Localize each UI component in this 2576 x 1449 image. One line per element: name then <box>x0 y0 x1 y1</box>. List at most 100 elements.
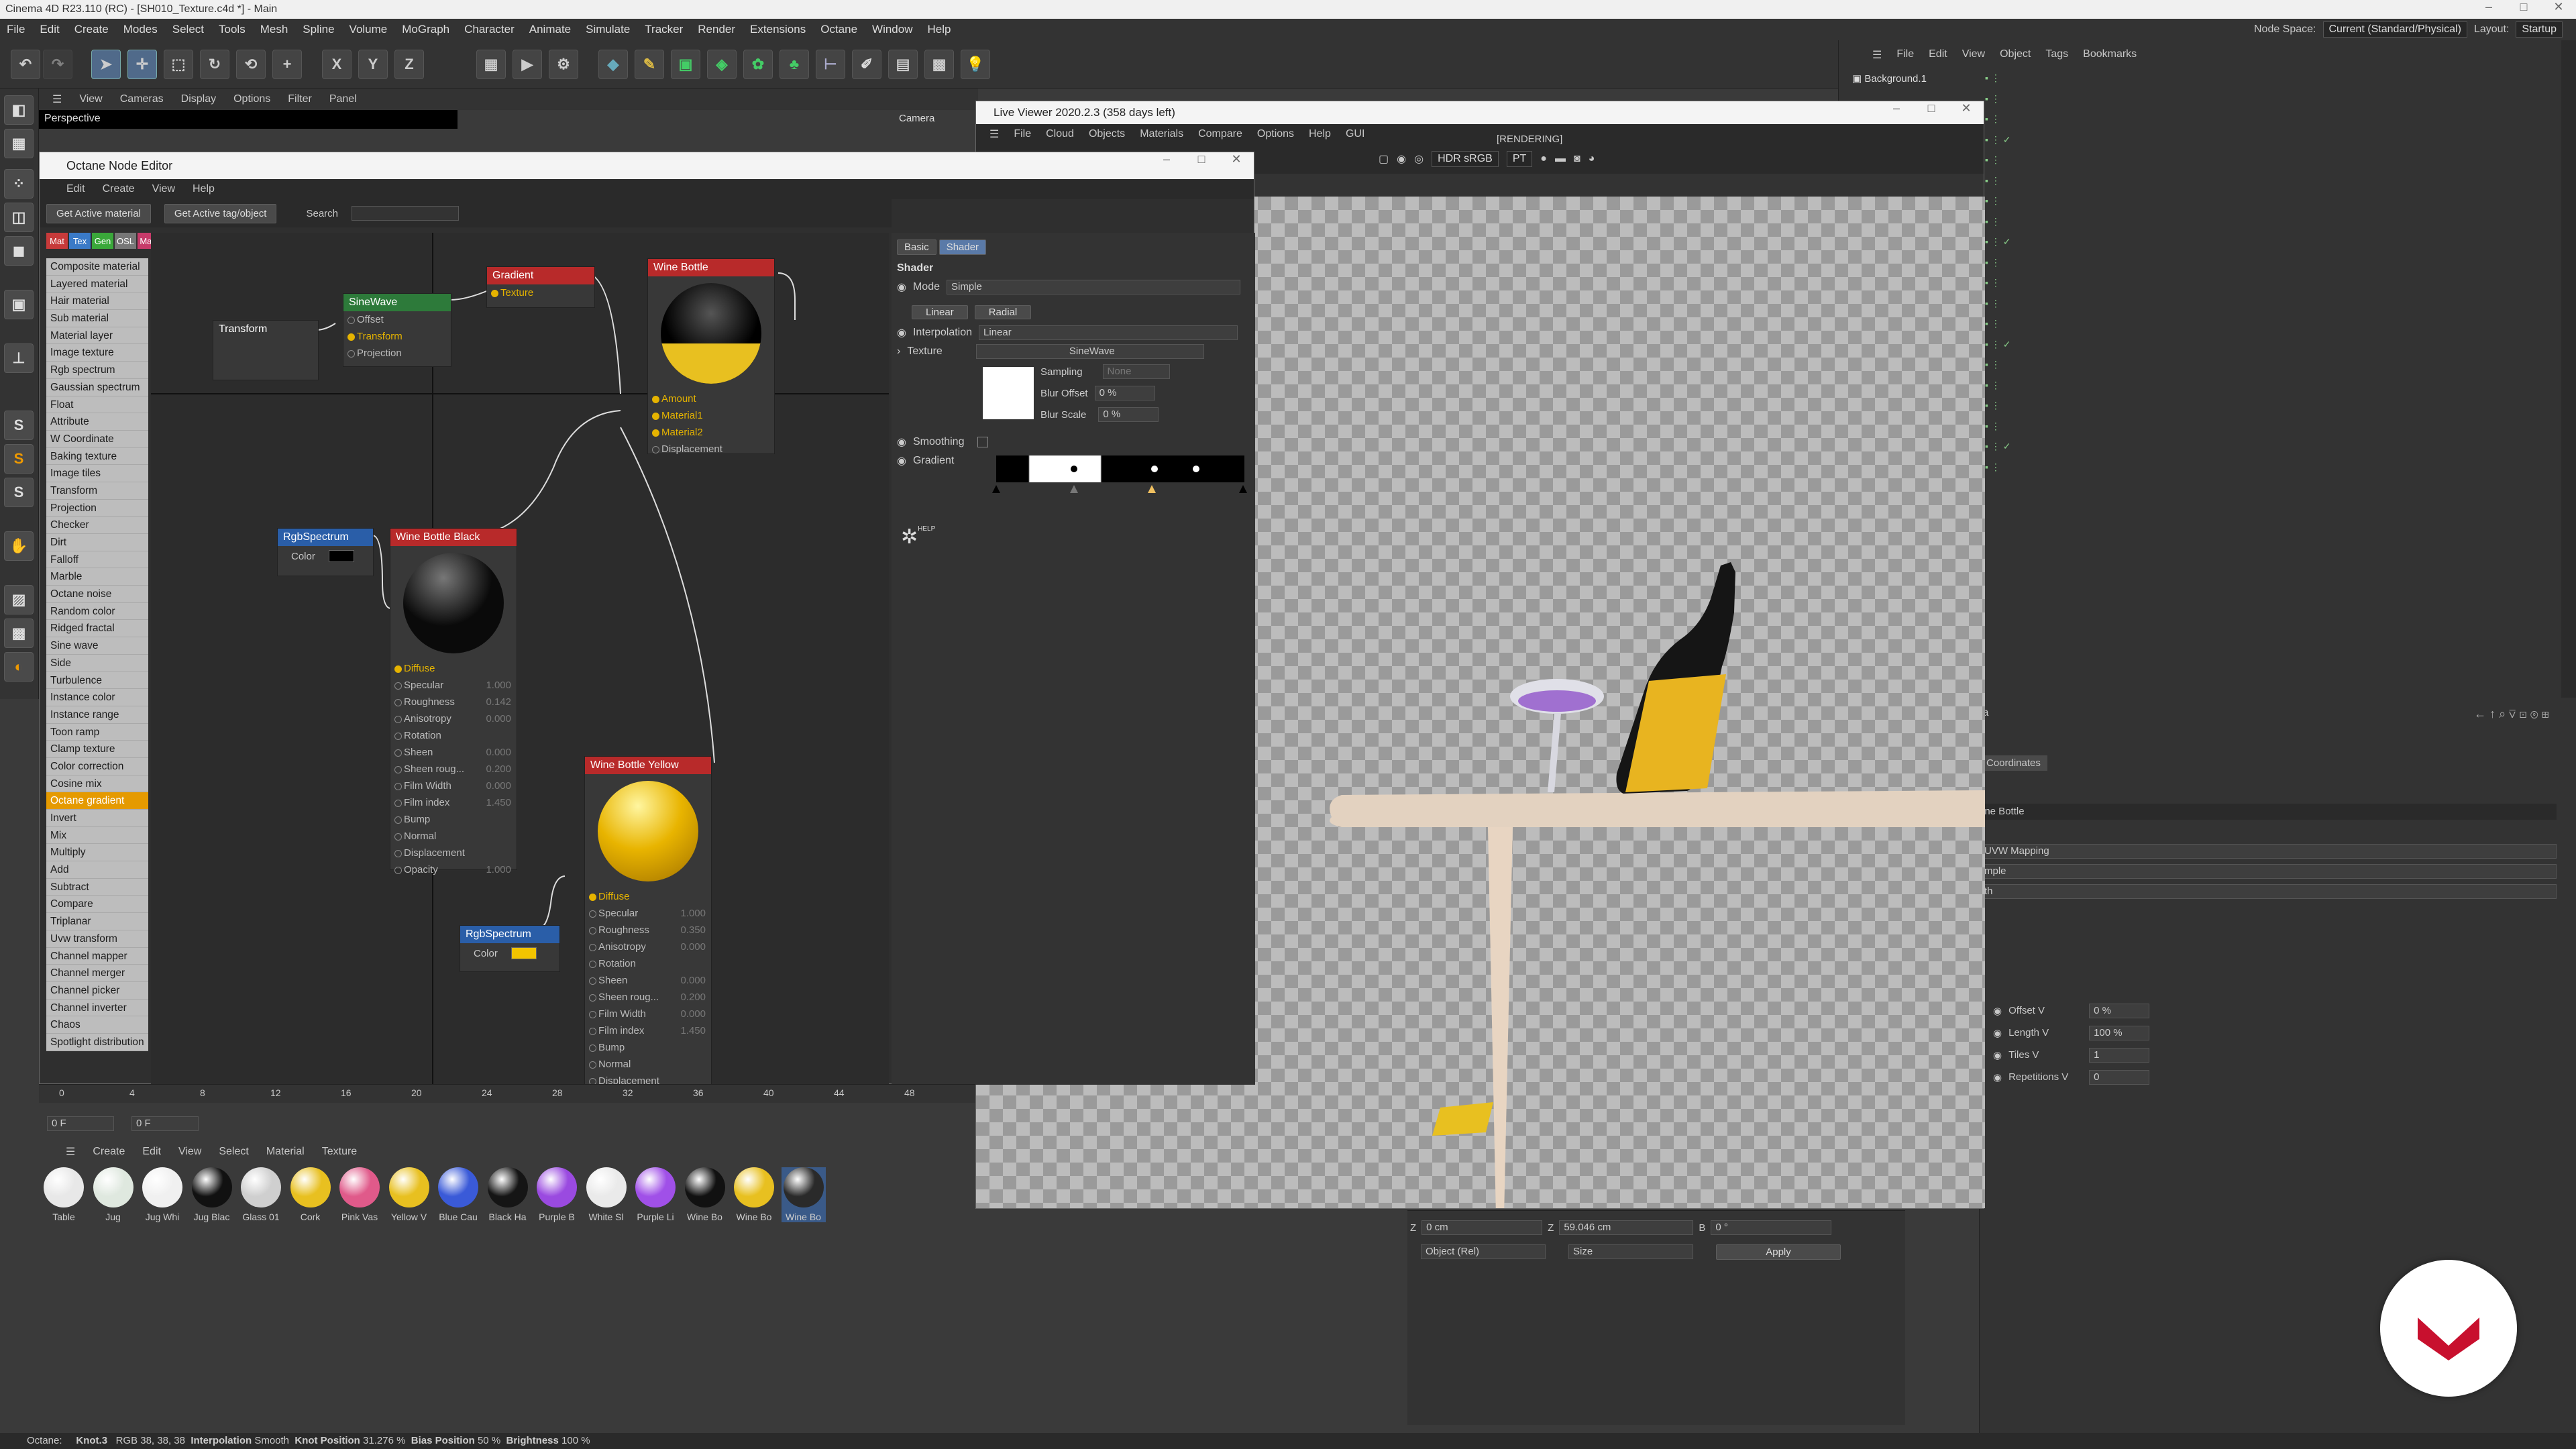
frame-current-field[interactable]: 0 F <box>131 1116 199 1131</box>
node-list-item[interactable]: Invert <box>46 810 148 827</box>
cam-icon[interactable]: ▩ <box>924 50 954 79</box>
layout-dropdown[interactable]: Startup <box>2516 21 2563 38</box>
attribute-dropdown[interactable]: mple <box>1980 864 2557 879</box>
menu-item-create[interactable]: Create <box>74 23 109 36</box>
linear-button[interactable]: Linear <box>912 305 968 319</box>
texture-link-field[interactable]: SineWave <box>975 344 1204 359</box>
material-swatch[interactable]: Black Ha <box>486 1167 530 1222</box>
node-wine-bottle[interactable]: Wine Bottle Amount Material1 Material2 Disp… <box>647 258 775 455</box>
material-swatch[interactable]: Jug Blac <box>190 1167 234 1222</box>
category-tab-tex[interactable]: Tex <box>69 233 91 249</box>
viewport-menu-display[interactable]: Display <box>181 93 216 105</box>
menu-item-spline[interactable]: Spline <box>303 23 334 36</box>
menu-item-animate[interactable]: Animate <box>529 23 571 36</box>
sculpt-icon[interactable]: ▩ <box>4 619 34 648</box>
node-port[interactable]: Sheen 0.000 <box>585 972 711 989</box>
viewport-camera-label[interactable]: Camera <box>899 113 934 124</box>
node-list-item[interactable]: Instance color <box>46 689 148 706</box>
rotate-tool-icon[interactable]: ↻ <box>200 50 229 79</box>
material-swatch[interactable]: Pink Vas <box>337 1167 382 1222</box>
kernel-dropdown[interactable]: PT <box>1506 151 1533 167</box>
blur-scale-field[interactable]: 0 % <box>1098 407 1159 422</box>
node-port[interactable]: Film index 1.450 <box>390 794 517 811</box>
viewport-menu-options[interactable]: Options <box>233 93 270 105</box>
radio-icon[interactable]: ◉ <box>1993 1027 2002 1039</box>
node-list-item[interactable]: Baking texture <box>46 447 148 466</box>
minimize-button[interactable]: – <box>2471 0 2506 19</box>
gradient-ramp[interactable] <box>996 455 1244 482</box>
model-mode-icon[interactable]: ◧ <box>4 95 34 125</box>
node-list-item[interactable]: Add <box>46 861 148 879</box>
node-port[interactable]: Film Width 0.000 <box>390 777 517 794</box>
move-tool-icon[interactable]: ✛ <box>127 50 157 79</box>
radio-icon[interactable]: ◉ <box>897 435 906 449</box>
deformer-icon[interactable]: ✿ <box>743 50 773 79</box>
node-list-item[interactable]: Subtract <box>46 878 148 896</box>
menu-item-mograph[interactable]: MoGraph <box>402 23 449 36</box>
node-port[interactable]: Film index 1.450 <box>585 1022 711 1039</box>
viewport-menu-view[interactable]: View <box>79 93 102 105</box>
object-row-icons[interactable]: ▪ ⋮ ✓ <box>1985 134 2010 155</box>
search-input[interactable] <box>352 206 459 221</box>
node-transform[interactable]: Transform <box>213 320 319 380</box>
hamburger-icon[interactable]: ☰ <box>1872 48 1882 62</box>
node-port[interactable]: Specular 1.000 <box>585 905 711 922</box>
object-row-icons[interactable]: ▪ ⋮ <box>1985 257 2010 278</box>
node-list-item[interactable]: Octane gradient <box>46 792 148 810</box>
node-list-item[interactable]: Checker <box>46 517 148 534</box>
node-wine-bottle-black[interactable]: Wine Bottle Black Diffuse Specular 1.000 Ro… <box>390 528 517 875</box>
ne-menu-edit[interactable]: Edit <box>66 183 85 195</box>
node-canvas[interactable]: Transform SineWave Offset Transform Projec… <box>151 233 889 1085</box>
scale-tool-icon[interactable]: ⬚ <box>164 50 193 79</box>
node-list-item[interactable]: Sub material <box>46 310 148 327</box>
node-list-item[interactable]: Layered material <box>46 275 148 293</box>
pick-icon[interactable]: ◉ <box>1397 152 1406 166</box>
node-port[interactable]: Rotation <box>585 955 711 972</box>
get-active-material-button[interactable]: Get Active material <box>46 203 151 223</box>
coord-mode-dropdown[interactable]: Object (Rel) <box>1421 1244 1546 1259</box>
port-texture[interactable]: Texture <box>487 284 594 301</box>
material-swatch[interactable]: Wine Bo <box>683 1167 727 1222</box>
category-tab-osl[interactable]: OSL <box>115 233 136 249</box>
hamburger-icon[interactable]: ☰ <box>66 1145 75 1159</box>
node-port[interactable]: Opacity 1.000 <box>390 861 517 878</box>
rgb1-swatch[interactable] <box>328 550 354 562</box>
node-list-item[interactable]: Compare <box>46 896 148 914</box>
menu-item-extensions[interactable]: Extensions <box>750 23 806 36</box>
nav-arrows-icon[interactable]: ← ↑ ⌕ ⊽ ⊡ ⊚ ⊞ <box>2474 707 2549 721</box>
menu-item-render[interactable]: Render <box>698 23 735 36</box>
node-port[interactable]: Rotation <box>390 727 517 744</box>
material-swatch[interactable]: Yellow V <box>387 1167 431 1222</box>
size-mode-dropdown[interactable]: Size <box>1568 1244 1693 1259</box>
mat-menu-select[interactable]: Select <box>219 1146 248 1158</box>
object-row-icons[interactable]: ▪ ⋮ <box>1985 113 2010 134</box>
object-name-field[interactable]: ine Bottle <box>1980 804 2557 820</box>
colorspace-dropdown[interactable]: HDR sRGB <box>1432 151 1499 167</box>
nodespace-dropdown[interactable]: Current (Standard/Physical) <box>2322 21 2467 38</box>
redo-icon[interactable]: ↷ <box>43 50 72 79</box>
node-list-item[interactable]: Float <box>46 396 148 414</box>
points-mode-icon[interactable]: ⁘ <box>4 169 34 199</box>
mat-menu-material[interactable]: Material <box>266 1146 305 1158</box>
menu-item-help[interactable]: Help <box>928 23 951 36</box>
radio-icon[interactable]: ◉ <box>1993 1049 2002 1061</box>
node-list-item[interactable]: Uvw transform <box>46 930 148 948</box>
node-list-item[interactable]: W Coordinate <box>46 430 148 448</box>
material-swatch[interactable]: Wine Bo <box>781 1167 826 1222</box>
tab-basic[interactable]: Basic <box>897 239 936 255</box>
close-button[interactable]: ✕ <box>2541 0 2576 19</box>
lock-icon[interactable]: ◐ <box>4 652 34 682</box>
node-list-item[interactable]: Falloff <box>46 551 148 569</box>
node-port[interactable]: Displacement <box>390 845 517 861</box>
ne-menu-help[interactable]: Help <box>193 183 215 195</box>
edges-mode-icon[interactable]: ◫ <box>4 203 34 232</box>
attribute-dropdown[interactable]: UVW Mapping <box>1980 844 2557 859</box>
om-menu-edit[interactable]: Edit <box>1929 48 1947 62</box>
get-active-tag-button[interactable]: Get Active tag/object <box>164 203 277 223</box>
field-icon[interactable]: ♣ <box>780 50 809 79</box>
z-size-field[interactable]: 59.046 cm <box>1559 1220 1694 1235</box>
node-port[interactable]: Anisotropy 0.000 <box>585 938 711 955</box>
material-swatch[interactable]: Jug Whi <box>140 1167 184 1222</box>
lv-menu-gui[interactable]: GUI <box>1346 128 1364 140</box>
object-row-icons[interactable]: ▪ ⋮ <box>1985 154 2010 175</box>
